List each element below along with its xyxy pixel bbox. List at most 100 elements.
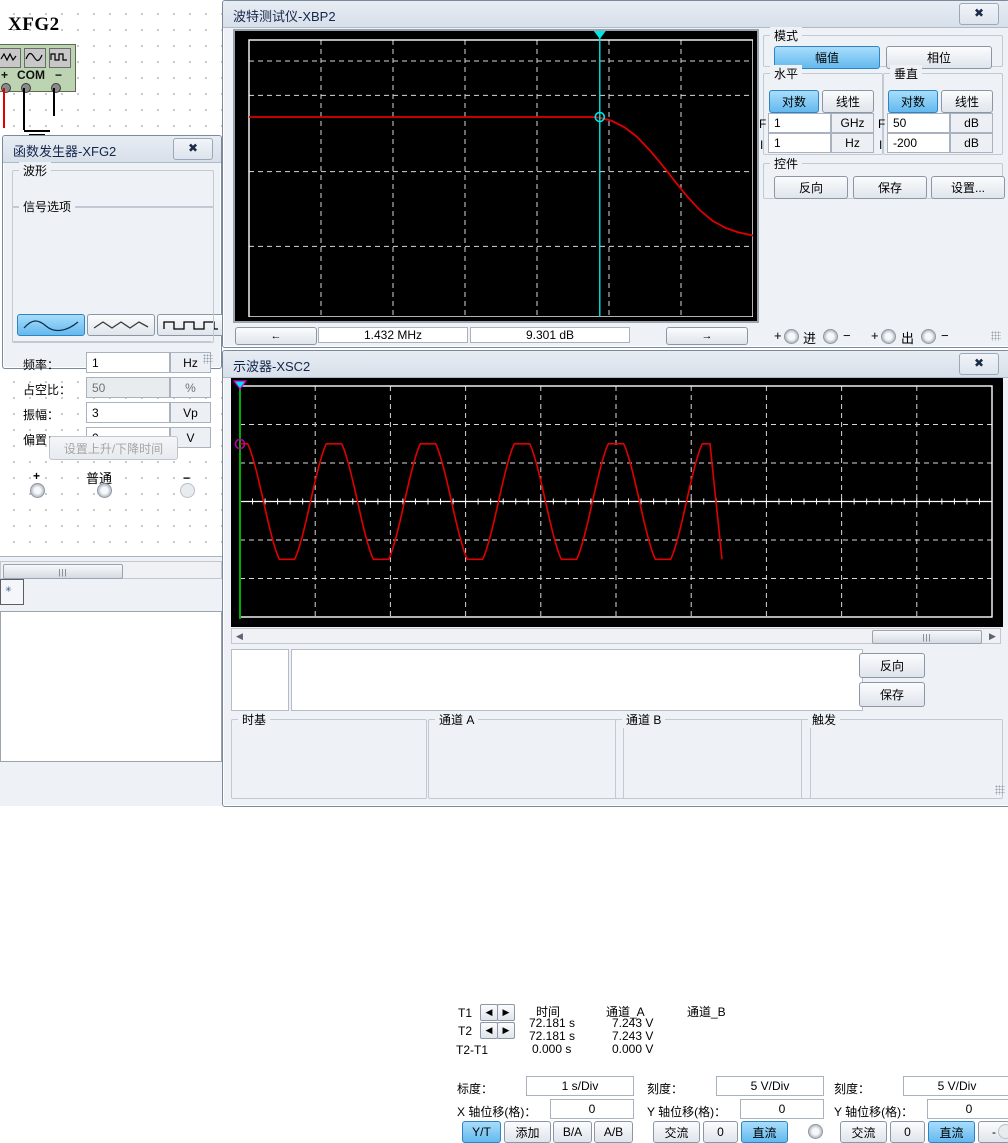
resize-grip[interactable]: [995, 785, 1005, 795]
canvas-horizontal-scrollbar[interactable]: |||: [0, 561, 222, 579]
cursor-t2-left-button[interactable]: ◀: [480, 1022, 498, 1039]
sine-wave-icon: [24, 48, 46, 68]
cursor-left-button[interactable]: ←: [235, 327, 317, 345]
bode-plot-screen[interactable]: [233, 29, 759, 323]
close-icon[interactable]: ✖: [173, 138, 213, 160]
close-icon[interactable]: ✖: [959, 3, 999, 25]
frequency-readout: 1.432 MHz: [318, 327, 468, 343]
cursor-selector-box[interactable]: [231, 649, 289, 711]
duty-cycle-label: 占空比：: [23, 383, 72, 397]
channel-b-ac-button[interactable]: 交流: [840, 1121, 887, 1143]
scroll-thumb-grip: |||: [58, 568, 68, 577]
timebase-ba-button[interactable]: B/A: [553, 1121, 592, 1143]
oscilloscope-screen[interactable]: [231, 378, 1003, 627]
timebase-offset-input[interactable]: 0: [550, 1099, 634, 1119]
channel-a-offset-label: Y 轴位移(格)：: [647, 1105, 727, 1119]
channel-b-port[interactable]: [998, 1124, 1008, 1139]
timebase-add-button[interactable]: 添加: [504, 1121, 551, 1143]
cursor-t1-label: T1: [458, 1006, 473, 1020]
horizontal-log-button[interactable]: 对数: [769, 90, 819, 113]
save-button[interactable]: 保存: [853, 176, 927, 199]
channel-b-gnd-button[interactable]: 0: [890, 1121, 925, 1143]
scope-scroll-thumb[interactable]: |||: [872, 630, 982, 644]
zoom-in-minus-knob[interactable]: [823, 329, 838, 344]
channel-a-scale-input[interactable]: 5 V/Div: [716, 1076, 824, 1096]
scroll-right-arrow-icon[interactable]: ▶: [986, 630, 999, 642]
cursor-t1-right-button[interactable]: ▶: [497, 1004, 515, 1021]
timebase-offset-label: X 轴位移(格)：: [457, 1105, 537, 1119]
bode-plotter-titlebar[interactable]: [223, 1, 1008, 28]
results-panel[interactable]: [0, 611, 222, 762]
reverse-button[interactable]: 反向: [774, 176, 848, 199]
duty-cycle-input[interactable]: 50: [86, 377, 170, 398]
canvas-scroll-thumb[interactable]: |||: [3, 564, 123, 579]
zoom-in-plus-knob[interactable]: [784, 329, 799, 344]
bode-plotter-window[interactable]: 波特测试仪-XBP2 ✖ 模式 幅值 相位 水平 对数 线性 F 1 GHz I…: [222, 0, 1008, 348]
trigger-group: 触发: [801, 711, 1003, 799]
function-generator-symbol[interactable]: + COM −: [0, 44, 76, 93]
close-icon[interactable]: ✖: [959, 353, 999, 375]
terminal-common-port[interactable]: [97, 483, 112, 498]
vertical-linear-button[interactable]: 线性: [941, 90, 993, 113]
channel-b-offset-label: Y 轴位移(格)：: [834, 1105, 914, 1119]
resize-grip[interactable]: [203, 354, 213, 364]
cursor-delta-label: T2-T1: [456, 1043, 489, 1057]
settings-button[interactable]: 设置...: [931, 176, 1005, 199]
oscilloscope-title: 示波器-XSC2: [233, 359, 311, 374]
zoom-out-plus-knob[interactable]: [881, 329, 896, 344]
channel-a-port[interactable]: [808, 1124, 823, 1139]
vertical-final-unit[interactable]: dB: [950, 113, 993, 133]
oscilloscope-window[interactable]: 示波器-XSC2 ✖ ◀ ▶ ||| T1 ◀ ▶ T2 ◀ ▶ T2-T1 时…: [222, 350, 1008, 1143]
vertical-final-input[interactable]: 50: [887, 113, 950, 133]
amplitude-unit[interactable]: Vp: [170, 402, 211, 423]
channel-b-dc-button[interactable]: 直流: [928, 1121, 975, 1143]
scope-horizontal-scrollbar[interactable]: ◀ ▶ |||: [231, 628, 1001, 644]
channel-a-dc-button[interactable]: 直流: [741, 1121, 788, 1143]
cursor-right-button[interactable]: →: [666, 327, 748, 345]
wire-minus: [53, 88, 55, 116]
vertical-log-button[interactable]: 对数: [888, 90, 938, 113]
vertical-final-label: F: [878, 117, 886, 131]
set-rise-fall-time-button[interactable]: 设置上升/下降时间: [49, 436, 178, 460]
timebase-ab-button[interactable]: A/B: [594, 1121, 633, 1143]
zoom-out-plus-label: +: [871, 328, 879, 343]
channel-b-offset-input[interactable]: 0: [927, 1099, 1008, 1119]
channel-b-group: 通道 B: [615, 711, 811, 799]
channel-a-gnd-button[interactable]: 0: [703, 1121, 738, 1143]
cursor-t2-right-button[interactable]: ▶: [497, 1022, 515, 1039]
horizontal-initial-input[interactable]: 1: [768, 133, 831, 153]
zoom-out-minus-knob[interactable]: [921, 329, 936, 344]
duty-cycle-unit[interactable]: %: [170, 377, 211, 398]
save-button[interactable]: 保存: [859, 682, 925, 707]
resize-grip[interactable]: [991, 331, 1001, 341]
timebase-yt-button[interactable]: Y/T: [462, 1121, 501, 1143]
spreadsheet-tab[interactable]: ✳: [0, 579, 24, 605]
terminal-minus-port[interactable]: [180, 483, 195, 498]
horizontal-linear-button[interactable]: 线性: [822, 90, 874, 113]
horizontal-initial-unit[interactable]: Hz: [831, 133, 874, 153]
horizontal-final-unit[interactable]: GHz: [831, 113, 874, 133]
horizontal-final-input[interactable]: 1: [768, 113, 831, 133]
timebase-scale-input[interactable]: 1 s/Div: [526, 1076, 634, 1096]
scroll-left-arrow-icon[interactable]: ◀: [233, 630, 246, 642]
cursor-t1-left-button[interactable]: ◀: [480, 1004, 498, 1021]
cursor-delta-channel-a: 0.000 V: [612, 1042, 654, 1056]
amplitude-input[interactable]: 3: [86, 402, 170, 423]
zoom-in-plus-label: +: [774, 328, 782, 343]
channel-b-scale-input[interactable]: 5 V/Div: [903, 1076, 1008, 1096]
channel-a-ac-button[interactable]: 交流: [653, 1121, 700, 1143]
oscilloscope-titlebar[interactable]: [223, 351, 1008, 378]
vertical-initial-input[interactable]: -200: [887, 133, 950, 153]
wire-plus-red: [3, 88, 5, 128]
function-generator-window[interactable]: 函数发生器-XFG2 ✖ 波形 信号选项 频率： 1 Hz 占空比： 50 % …: [2, 135, 225, 498]
oscilloscope-waveform-channel-a: [232, 379, 1000, 624]
vertical-initial-label: I: [879, 138, 883, 152]
vertical-initial-unit[interactable]: dB: [950, 133, 993, 153]
terminal-plus-port[interactable]: [30, 483, 45, 498]
scroll-thumb-grip: |||: [922, 633, 932, 642]
channel-a-offset-input[interactable]: 0: [740, 1099, 824, 1119]
cursor-t1-time: 72.181 s: [529, 1016, 576, 1030]
reverse-button[interactable]: 反向: [859, 653, 925, 678]
channel-a-group-title: 通道 A: [435, 711, 479, 728]
wire-com: [23, 88, 25, 130]
